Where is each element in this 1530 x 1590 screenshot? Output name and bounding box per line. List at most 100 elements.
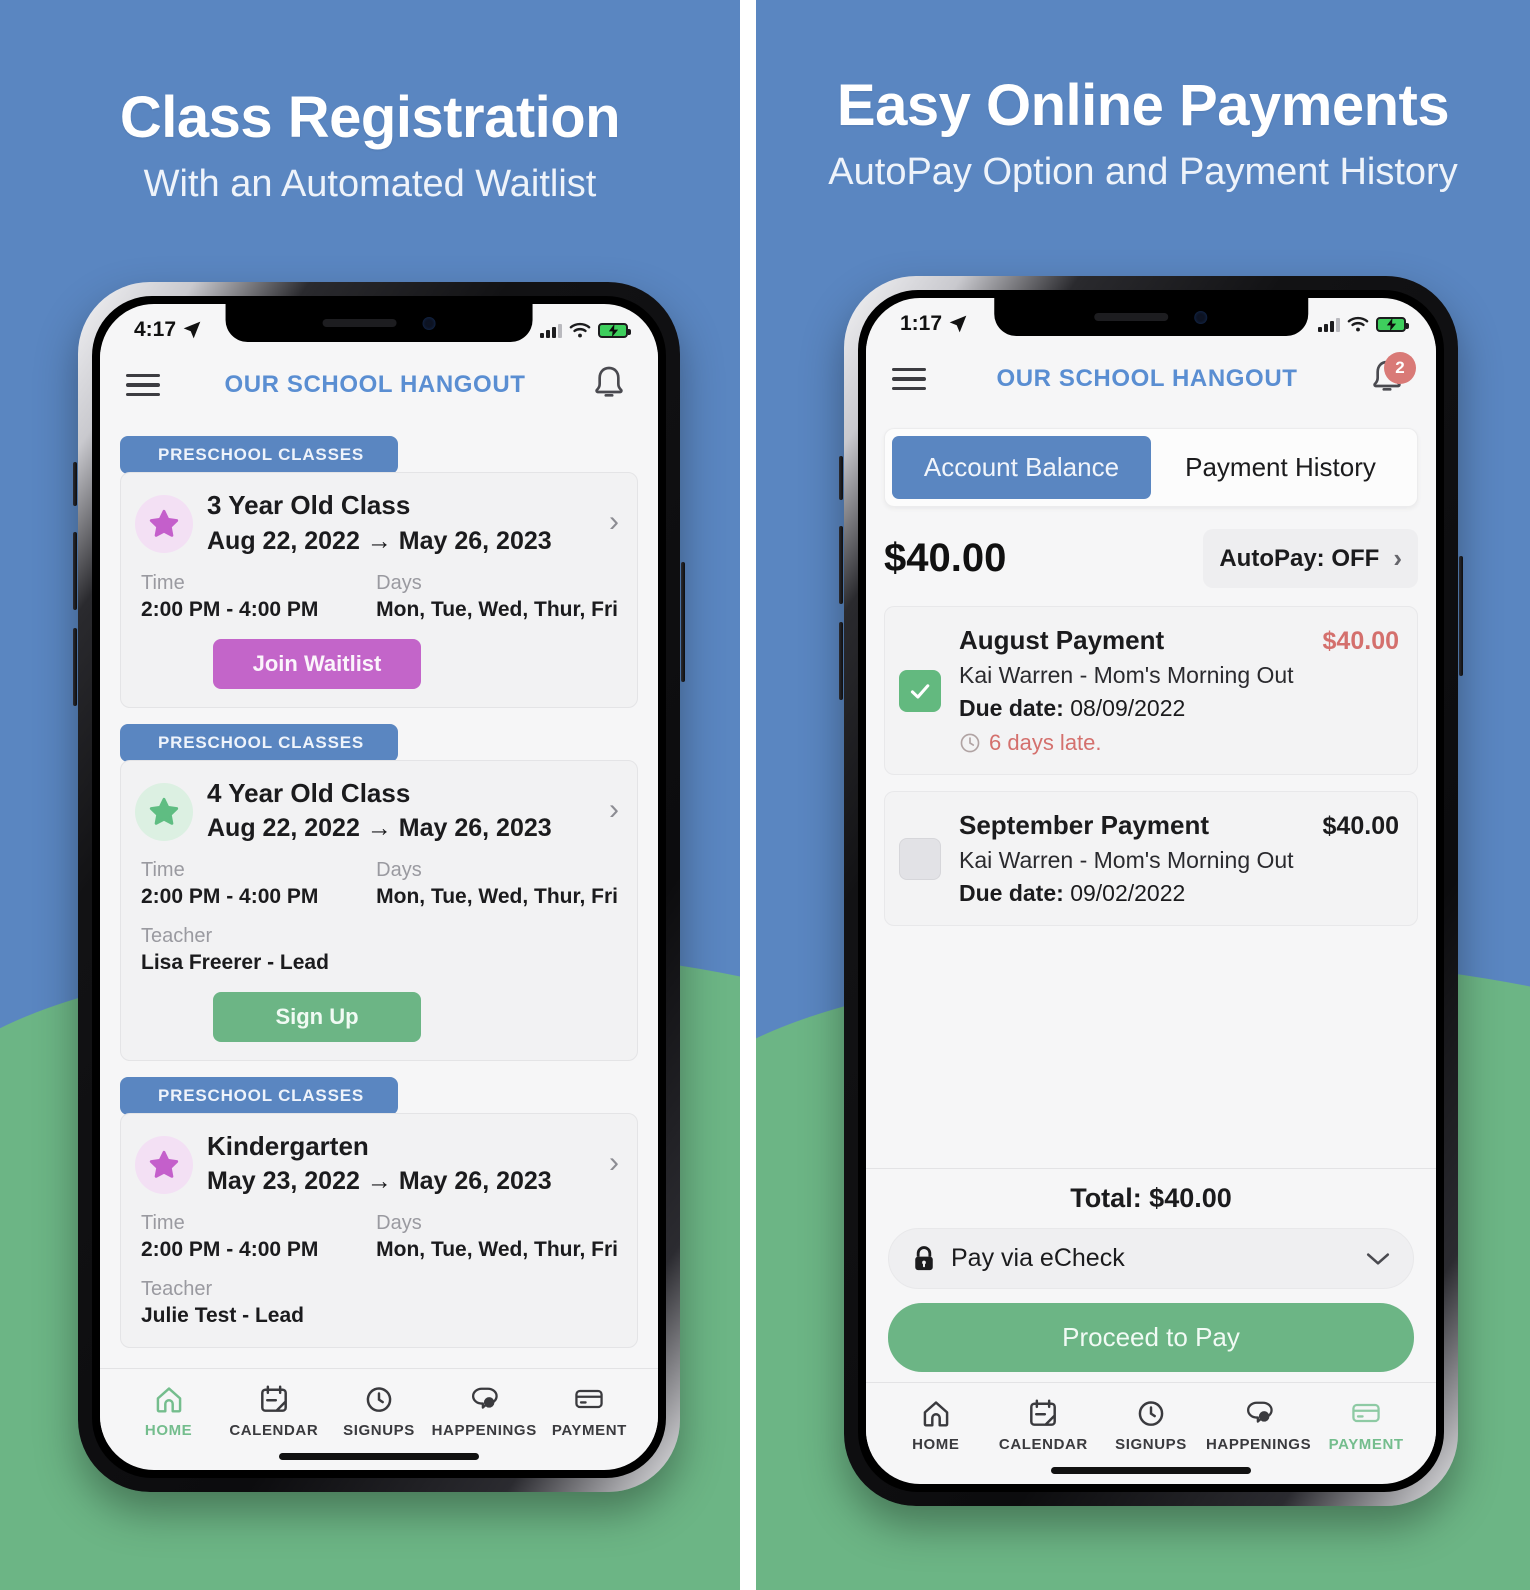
app-title: OUR SCHOOL HANGOUT [224, 371, 526, 398]
chevron-right-icon[interactable]: › [609, 507, 623, 537]
phone-mute-button[interactable] [73, 462, 77, 506]
payment-row[interactable]: September Payment $40.00 Kai Warren - Mo… [884, 791, 1418, 926]
phone-power-button[interactable] [1459, 556, 1463, 676]
chevron-right-icon[interactable]: › [609, 795, 623, 825]
battery-charging-icon [598, 322, 631, 338]
stopwatch-icon [1138, 1401, 1164, 1426]
days-value: Mon, Tue, Wed, Thur, Fri [376, 1238, 619, 1262]
phone-volume-down-button[interactable] [73, 628, 77, 706]
tab-calendar[interactable]: CALENDAR [990, 1397, 1098, 1453]
phone-volume-up-button[interactable] [839, 526, 843, 604]
class-start-date: Aug 22, 2022 [207, 814, 360, 843]
teacher-label: Teacher [141, 924, 213, 947]
check-icon [910, 683, 930, 699]
payment-checkbox[interactable] [899, 837, 941, 880]
tab-label: HAPPENINGS [1205, 1436, 1312, 1453]
star-icon [149, 797, 179, 825]
tab-account-balance[interactable]: Account Balance [892, 436, 1151, 499]
class-date-range: May 23, 2022 → May 26, 2023 [207, 1167, 595, 1196]
battery-charging-icon [1376, 316, 1409, 332]
panel-divider [740, 0, 756, 1590]
tab-home[interactable]: HOME [116, 1383, 221, 1439]
front-camera-icon [1194, 310, 1208, 324]
clock-icon [960, 733, 980, 753]
tab-payment[interactable]: PAYMENT [537, 1383, 642, 1439]
due-date-value: 08/09/2022 [1070, 695, 1186, 721]
notification-bell-icon [595, 366, 623, 397]
left-app-bar: OUR SCHOOL HANGOUT [100, 350, 658, 420]
right-promo-panel: Easy Online Payments AutoPay Option and … [756, 0, 1530, 1590]
section-chip: PRESCHOOL CLASSES [120, 436, 398, 474]
chevron-right-icon: › [1393, 543, 1402, 573]
payment-list[interactable]: August Payment $40.00 Kai Warren - Mom's… [866, 592, 1436, 942]
payment-checkbox[interactable] [899, 669, 941, 712]
credit-card-icon [575, 1389, 604, 1409]
chat-bubbles-icon [472, 1387, 498, 1409]
tab-calendar[interactable]: CALENDAR [221, 1383, 326, 1439]
payment-list-empty-space [866, 942, 1436, 1168]
class-entry: PRESCHOOL CLASSES 3 Year Old Class Aug 2… [120, 420, 638, 708]
teacher-label: Teacher [141, 1277, 213, 1300]
section-chip: PRESCHOOL CLASSES [120, 723, 398, 762]
class-date-range: Aug 22, 2022 → May 26, 2023 [207, 814, 595, 843]
home-indicator[interactable] [1051, 1467, 1251, 1474]
proceed-to-pay-button[interactable]: Proceed to Pay [888, 1303, 1414, 1372]
phone-volume-up-button[interactable] [73, 532, 77, 610]
tab-payment-history[interactable]: Payment History [1151, 436, 1410, 499]
time-label: Time [141, 571, 185, 594]
notification-bell-button[interactable] [590, 364, 630, 406]
cellular-signal-icon [540, 323, 562, 338]
late-text: 6 days late. [989, 730, 1102, 755]
phone-mute-button[interactable] [839, 456, 843, 500]
chevron-down-icon [1366, 1252, 1390, 1265]
payment-late-notice: 6 days late. [959, 730, 1399, 756]
class-date-range: Aug 22, 2022 → May 26, 2023 [207, 527, 595, 556]
tab-label: CALENDAR [998, 1436, 1088, 1453]
tab-signups[interactable]: SIGNUPS [1097, 1397, 1205, 1453]
tab-happenings[interactable]: HAPPENINGS [1205, 1397, 1313, 1453]
time-label: Time [141, 1212, 185, 1235]
time-value: 2:00 PM - 4:00 PM [141, 885, 319, 909]
hamburger-menu-icon[interactable] [126, 373, 160, 397]
payment-row[interactable]: August Payment $40.00 Kai Warren - Mom's… [884, 606, 1418, 775]
left-headline: Class Registration [119, 85, 621, 150]
class-card[interactable]: Kindergarten May 23, 2022 → May 26, 2023… [120, 1112, 638, 1348]
autopay-label: AutoPay: OFF [1219, 544, 1380, 572]
front-camera-icon [422, 316, 436, 330]
status-bar-time: 4:17 [134, 318, 177, 341]
hamburger-menu-icon[interactable] [892, 367, 926, 391]
tab-label: SIGNUPS [343, 1422, 415, 1439]
tab-signups[interactable]: SIGNUPS [326, 1383, 431, 1439]
sign-up-button[interactable]: Sign Up [213, 991, 421, 1042]
autopay-button[interactable]: AutoPay: OFF › [1203, 529, 1418, 588]
balance-row: $40.00 AutoPay: OFF › [866, 507, 1436, 592]
notification-bell-button[interactable]: 2 [1368, 352, 1416, 400]
payment-method-select[interactable]: Pay via eCheck [888, 1228, 1414, 1289]
left-headline-block: Class Registration With an Automated Wai… [0, 0, 740, 206]
payment-subtitle: Kai Warren - Mom's Morning Out [959, 847, 1294, 873]
tab-payment[interactable]: PAYMENT [1312, 1397, 1420, 1453]
class-card[interactable]: 4 Year Old Class Aug 22, 2022 → May 26, … [120, 759, 638, 1061]
left-class-list[interactable]: PRESCHOOL CLASSES 3 Year Old Class Aug 2… [100, 420, 658, 1368]
left-phone-bezel: 4:17 OUR SCHOOL HANGOUT PRESCHOOL CLASSE… [92, 296, 666, 1478]
time-value: 2:00 PM - 4:00 PM [141, 597, 319, 621]
join-waitlist-button[interactable]: Join Waitlist [213, 638, 421, 689]
phone-volume-down-button[interactable] [839, 622, 843, 700]
tab-home[interactable]: HOME [882, 1397, 990, 1453]
home-indicator[interactable] [279, 1453, 479, 1460]
left-bottom-tab-bar: HOME CALENDAR SIGNUPS HAPPENINGS PAYMENT [100, 1368, 658, 1445]
right-headline: Easy Online Payments [836, 73, 1450, 138]
due-date-label: Due date: [959, 880, 1064, 906]
chevron-right-icon[interactable]: › [609, 1148, 623, 1178]
tab-happenings[interactable]: HAPPENINGS [432, 1383, 537, 1439]
right-phone-screen: 1:17 OUR SCHOOL HANGOUT 2 Account Balanc… [866, 298, 1436, 1484]
date-arrow-icon: → [366, 814, 392, 843]
location-arrow-icon [949, 315, 967, 333]
tab-label: HOME [912, 1436, 960, 1453]
right-phone-mockup: 1:17 OUR SCHOOL HANGOUT 2 Account Balanc… [839, 276, 1463, 1506]
calendar-icon [1030, 1399, 1057, 1426]
class-card[interactable]: 3 Year Old Class Aug 22, 2022 → May 26, … [120, 472, 638, 708]
lock-icon [915, 1245, 933, 1270]
left-subheadline: With an Automated Waitlist [143, 163, 597, 205]
phone-power-button[interactable] [681, 562, 685, 682]
